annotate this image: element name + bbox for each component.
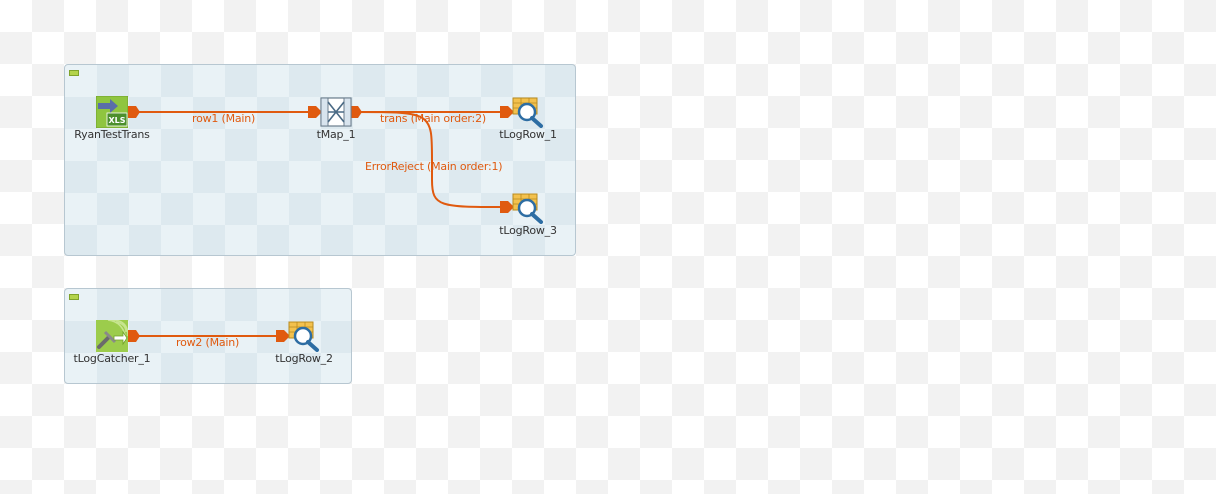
connection-label-trans[interactable]: trans (Main order:2) <box>380 112 486 125</box>
component-label: tLogRow_2 <box>275 352 333 365</box>
logrow-magnifier-icon <box>512 97 543 128</box>
xls-badge-text: XLS <box>108 116 125 125</box>
subjob-collapse-button[interactable] <box>69 294 79 300</box>
subjob-collapse-button[interactable] <box>69 70 79 76</box>
component-label: RyanTestTrans <box>74 128 150 141</box>
component-tlogrow-1[interactable]: tLogRow_1 <box>499 96 557 141</box>
job-designer-canvas[interactable]: row1 (Main) trans (Main order:2) ErrorRe… <box>0 0 1216 494</box>
component-tlogcatcher-1[interactable]: tLogCatcher_1 <box>74 320 151 365</box>
tmap-icon <box>320 97 352 127</box>
component-tlogrow-2[interactable]: tLogRow_2 <box>275 320 333 365</box>
component-label: tLogRow_1 <box>499 128 557 141</box>
component-tmap-1[interactable]: tMap_1 <box>317 96 356 141</box>
component-ryantesttrans[interactable]: XLS RyanTestTrans <box>74 96 150 141</box>
connection-label-row1[interactable]: row1 (Main) <box>192 112 255 125</box>
connection-label-row2[interactable]: row2 (Main) <box>176 336 239 349</box>
component-label: tLogRow_3 <box>499 224 557 237</box>
connection-label-error-reject[interactable]: ErrorReject (Main order:1) <box>365 160 503 173</box>
excel-input-icon: XLS <box>96 96 128 128</box>
logrow-magnifier-icon <box>288 321 319 352</box>
component-label: tLogCatcher_1 <box>73 352 151 365</box>
logrow-magnifier-icon <box>512 193 543 224</box>
component-tlogrow-3[interactable]: tLogRow_3 <box>499 192 557 237</box>
logcatcher-icon <box>96 320 128 352</box>
component-label: tMap_1 <box>316 128 356 141</box>
